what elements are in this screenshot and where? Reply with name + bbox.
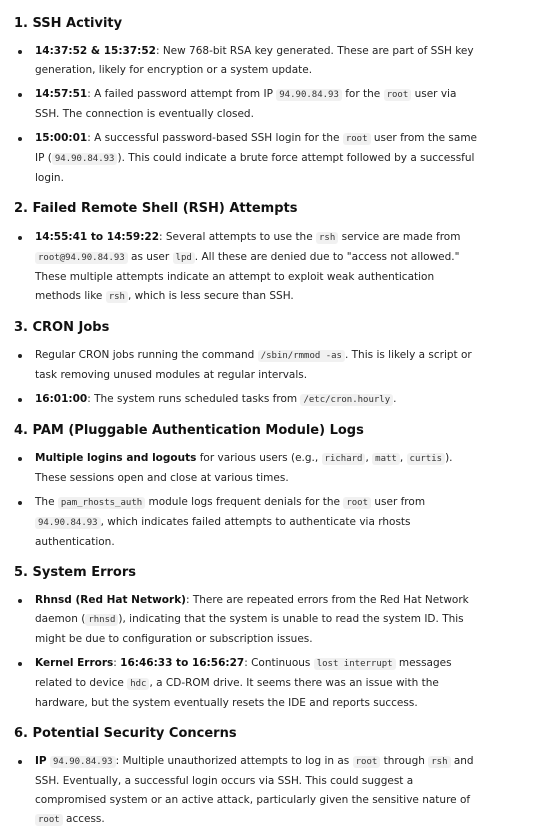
section-heading: 6. Potential Security Concerns — [14, 726, 237, 741]
list-item: Rhnsd (Red Hat Network): There are repea… — [14, 591, 527, 649]
bold-label: Rhnsd (Red Hat Network) — [35, 594, 186, 606]
list-item: Multiple logins and logouts for various … — [14, 449, 527, 488]
item-text: module logs frequent denials for the — [145, 496, 344, 508]
inline-code: lost interrupt — [313, 658, 396, 670]
section-heading: 3. CRON Jobs — [14, 320, 110, 335]
timestamp: 14:55:41 to 14:59:22 — [35, 231, 160, 243]
section-heading: 2. Failed Remote Shell (RSH) Attempts — [14, 201, 298, 216]
item-text: : A failed password attempt from IP — [87, 88, 277, 100]
inline-code: 94.90.84.93 — [51, 153, 118, 165]
timestamp: 16:46:33 to 16:56:27 — [120, 657, 245, 669]
section-failed-rsh: 2. Failed Remote Shell (RSH) Attempts 14… — [14, 200, 527, 307]
item-text: user from — [371, 496, 426, 508]
inline-code: curtis — [406, 453, 446, 465]
bullet-list: Multiple logins and logouts for various … — [14, 449, 527, 552]
bullet-list: 14:55:41 to 14:59:22: Several attempts t… — [14, 228, 527, 307]
inline-code: root — [352, 756, 381, 768]
item-text: : A successful password-based SSH login … — [87, 132, 343, 144]
section-cron-jobs: 3. CRON Jobs Regular CRON jobs running t… — [14, 319, 527, 410]
inline-code: root — [343, 497, 372, 509]
list-item: 16:01:00: The system runs scheduled task… — [14, 390, 527, 410]
list-item: 14:55:41 to 14:59:22: Several attempts t… — [14, 228, 527, 307]
item-text: through — [380, 755, 429, 767]
bold-label: IP — [35, 755, 47, 767]
item-text: , which is less secure than SSH. — [127, 290, 294, 302]
item-text: The — [35, 496, 58, 508]
item-text: : Several attempts to use the — [159, 231, 317, 243]
bullet-list: Regular CRON jobs running the command /s… — [14, 346, 527, 410]
section-ssh-activity: 1. SSH Activity 14:37:52 & 15:37:52: New… — [14, 0, 527, 188]
item-text: for the — [341, 88, 384, 100]
inline-code: rsh — [316, 232, 339, 244]
inline-code: 94.90.84.93 — [276, 89, 342, 101]
list-item: IP 94.90.84.93: Multiple unauthorized at… — [14, 752, 527, 830]
timestamp: 14:37:52 & 15:37:52 — [35, 45, 156, 57]
list-item: Regular CRON jobs running the command /s… — [14, 346, 527, 385]
item-text: as user — [127, 251, 173, 263]
inline-code: root@94.90.84.93 — [35, 252, 128, 264]
timestamp: 15:00:01 — [35, 132, 88, 144]
inline-code: pam_rhosts_auth — [57, 497, 146, 509]
bullet-list: Rhnsd (Red Hat Network): There are repea… — [14, 591, 527, 713]
bold-label: Multiple logins and logouts — [35, 452, 197, 464]
document: 1. SSH Activity 14:37:52 & 15:37:52: New… — [0, 0, 541, 830]
inline-code: root — [35, 814, 63, 826]
item-text: , — [399, 452, 407, 464]
bullet-list: IP 94.90.84.93: Multiple unauthorized at… — [14, 752, 527, 830]
section-heading: 4. PAM (Pluggable Authentication Module)… — [14, 423, 364, 438]
inline-code: rhnsd — [85, 614, 119, 626]
list-item: Kernel Errors: 16:46:33 to 16:56:27: Con… — [14, 654, 527, 713]
inline-code: 94.90.84.93 — [49, 756, 116, 768]
section-security-concerns: 6. Potential Security Concerns IP 94.90.… — [14, 725, 527, 830]
section-heading: 5. System Errors — [14, 565, 136, 580]
inline-code: root — [342, 133, 371, 145]
inline-code: hdc — [127, 678, 150, 690]
inline-code: /sbin/rmmod -as — [257, 350, 345, 362]
section-system-errors: 5. System Errors Rhnsd (Red Hat Network)… — [14, 564, 527, 713]
inline-code: richard — [321, 453, 366, 465]
item-text: : Continuous — [244, 657, 314, 669]
item-text: service are made from — [338, 231, 461, 243]
item-text: . — [393, 393, 397, 405]
bold-label: Kernel Errors — [35, 657, 114, 669]
list-item: 15:00:01: A successful password-based SS… — [14, 129, 527, 188]
inline-code: lpd — [172, 252, 195, 264]
section-heading: 1. SSH Activity — [14, 16, 123, 31]
inline-code: matt — [372, 453, 400, 465]
inline-code: rsh — [428, 756, 451, 768]
item-text: access. — [62, 813, 105, 825]
inline-code: 94.90.84.93 — [35, 517, 101, 529]
timestamp: 14:57:51 — [35, 88, 88, 100]
item-text: Regular CRON jobs running the command — [35, 349, 258, 361]
bullet-list: 14:37:52 & 15:37:52: New 768-bit RSA key… — [14, 42, 527, 188]
item-text: : The system runs scheduled tasks from — [87, 393, 301, 405]
item-text: : Multiple unauthorized attempts to log … — [115, 755, 353, 767]
timestamp: 16:01:00 — [35, 393, 88, 405]
list-item: 14:57:51: A failed password attempt from… — [14, 85, 527, 124]
item-text: for various users (e.g., — [196, 452, 322, 464]
section-pam-logs: 4. PAM (Pluggable Authentication Module)… — [14, 422, 527, 552]
inline-code: rsh — [105, 291, 128, 303]
inline-code: /etc/cron.hourly — [300, 394, 394, 406]
inline-code: root — [383, 89, 412, 101]
list-item: 14:37:52 & 15:37:52: New 768-bit RSA key… — [14, 42, 527, 80]
list-item: The pam_rhosts_auth module logs frequent… — [14, 493, 527, 552]
